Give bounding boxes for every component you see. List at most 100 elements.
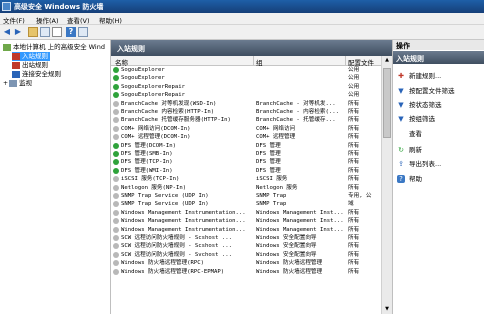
- tree-root[interactable]: 本地计算机 上的高级安全 Wind: [3, 43, 105, 52]
- column-divider[interactable]: [253, 56, 254, 65]
- rule-name: DFS 管理(TCP-In): [121, 159, 173, 166]
- action-label: 新建规则...: [409, 72, 442, 80]
- export-icon: ⇪: [398, 160, 404, 168]
- rule-profile: 所有: [348, 209, 360, 216]
- table-row[interactable]: DFS 管理(SMB-In) DFS 管理 所有: [111, 150, 381, 158]
- rule-group: Windows 安全配置向导: [256, 251, 317, 258]
- rule-group: Windows Management Inst...: [256, 209, 344, 216]
- table-row[interactable]: SCW 远程访问防火墙规则 - Scshost ... Windows 安全配置向…: [111, 234, 381, 242]
- rule-profile: 公用: [348, 83, 360, 90]
- scroll-down-icon[interactable]: ▼: [382, 305, 392, 314]
- vertical-scrollbar[interactable]: ▲ ▼: [381, 56, 392, 314]
- action-item[interactable]: ▼ 按组筛选: [393, 113, 484, 125]
- table-row[interactable]: BranchCache 托管缓存服务器(HTTP-In) BranchCache …: [111, 116, 381, 124]
- table-row[interactable]: SogouExplorerRepair 公用: [111, 83, 381, 91]
- table-row[interactable]: Windows 防火墙远程管理(RPC-EPMAP) Windows 防火墙远程管…: [111, 268, 381, 276]
- action-label: 刷新: [409, 146, 422, 154]
- rule-name: BranchCache 对等机发现(WSD-In): [121, 100, 217, 107]
- rule-name: COM+ 远程管理(DCOM-In): [121, 134, 191, 141]
- rule-disabled-icon: [113, 117, 119, 124]
- outbound-rules-icon: [12, 61, 20, 69]
- table-row[interactable]: Windows Management Instrumentation... Win…: [111, 209, 381, 217]
- inbound-rules-icon: [12, 52, 20, 60]
- window-title: 高级安全 Windows 防火墙: [14, 3, 104, 11]
- menu-action[interactable]: 操作(A): [36, 15, 59, 25]
- table-row[interactable]: DFS 管理(DCOM-In) DFS 管理 所有: [111, 142, 381, 150]
- rule-disabled-icon: [113, 184, 119, 191]
- table-row[interactable]: Windows Management Instrumentation... Win…: [111, 217, 381, 225]
- table-row[interactable]: Windows 防火墙远程管理(RPC) Windows 防火墙远程管理 所有: [111, 259, 381, 267]
- rule-profile: 公用: [348, 92, 360, 99]
- tree-item-connection-security-rules[interactable]: 连接安全规则: [12, 70, 61, 79]
- refresh-icon: ↻: [398, 146, 404, 154]
- rule-disabled-icon: [113, 251, 119, 258]
- rule-profile: 所有: [348, 134, 360, 141]
- table-row[interactable]: DFS 管理(WMI-In) DFS 管理 所有: [111, 167, 381, 175]
- menu-view[interactable]: 查看(V): [67, 15, 90, 25]
- table-row[interactable]: DFS 管理(TCP-In) DFS 管理 所有: [111, 158, 381, 166]
- rule-disabled-icon: [113, 209, 119, 216]
- table-row[interactable]: SNMP Trap Service (UDP In) SNMP Trap 域: [111, 200, 381, 208]
- rule-name: DFS 管理(SMB-In): [121, 151, 173, 157]
- action-item[interactable]: ? 帮助: [393, 173, 484, 185]
- rules-list: SogouExplorer 公用 SogouExplorer 公用 SogouExplo…: [111, 66, 381, 314]
- rule-group: SNMP Trap: [256, 201, 287, 208]
- rule-disabled-icon: [113, 218, 119, 225]
- action-label: 查看: [409, 130, 422, 138]
- rule-name: Netlogon 服务(NP-In): [121, 184, 187, 191]
- action-label: 按配置文件筛选: [409, 87, 455, 95]
- table-row[interactable]: COM+ 远程管理(DCOM-In) COM+ 远程管理 所有: [111, 133, 381, 141]
- table-row[interactable]: SCW 远程访问防火墙规则 - Svchost ... Windows 安全配置向…: [111, 251, 381, 259]
- rule-group: Windows 安全配置向导: [256, 243, 317, 250]
- table-row[interactable]: SogouExplorerRepair 公用: [111, 91, 381, 99]
- table-row[interactable]: Netlogon 服务(NP-In) Netlogon 服务 所有: [111, 184, 381, 192]
- properties-icon[interactable]: [52, 27, 62, 37]
- rule-profile: 公用: [348, 67, 360, 73]
- rule-group: SNMP Trap: [256, 193, 287, 199]
- rule-group: Windows Management Inst...: [256, 218, 344, 225]
- tree-item-outbound-rules[interactable]: 出站规则: [12, 61, 48, 70]
- rule-group: iSCSI 服务: [256, 176, 288, 183]
- menu-file[interactable]: 文件(F): [3, 15, 25, 25]
- back-icon[interactable]: ◀: [2, 27, 12, 37]
- rule-profile: 所有: [348, 218, 360, 225]
- rule-name: Windows 防火墙远程管理(RPC): [121, 260, 204, 267]
- table-row[interactable]: SogouExplorer 公用: [111, 66, 381, 74]
- rule-group: BranchCache - 对等机发...: [256, 100, 336, 107]
- console-tree-icon[interactable]: [40, 27, 50, 37]
- actions-section[interactable]: 入站规则: [393, 51, 484, 64]
- rule-enabled-icon: [113, 142, 119, 149]
- scroll-thumb[interactable]: [383, 68, 391, 138]
- folder-up-icon[interactable]: [28, 27, 38, 37]
- scroll-up-icon[interactable]: ▲: [382, 56, 392, 65]
- table-row[interactable]: iSCSI 服务(TCP-In) iSCSI 服务 所有: [111, 175, 381, 183]
- rule-profile: 域: [348, 201, 354, 208]
- action-item[interactable]: 查看: [393, 128, 484, 140]
- table-row[interactable]: BranchCache 内容检索(HTTP-In) BranchCache - 内…: [111, 108, 381, 116]
- firewall-icon: [3, 43, 11, 51]
- tree-item-inbound-rules[interactable]: 入站规则: [12, 52, 50, 61]
- table-row[interactable]: SogouExplorer 公用: [111, 74, 381, 82]
- rule-profile: 所有: [348, 260, 360, 267]
- action-item[interactable]: ✚ 新建规则...: [393, 70, 484, 82]
- help-icon[interactable]: ?: [66, 27, 76, 37]
- rule-name: Windows Management Instrumentation...: [121, 218, 246, 225]
- action-item[interactable]: ↻ 刷新: [393, 144, 484, 156]
- show-hide-action-pane-icon[interactable]: [78, 27, 88, 37]
- tree-item-label: 监视: [19, 79, 32, 87]
- menu-help[interactable]: 帮助(H): [99, 15, 122, 25]
- table-row[interactable]: COM+ 网络访问(DCOM-In) COM+ 网络访问 所有: [111, 125, 381, 133]
- rule-name: SCW 远程访问防火墙规则 - Scshost ...: [121, 243, 232, 250]
- new-rule-icon: ✚: [398, 72, 404, 80]
- tree-item-monitoring[interactable]: + 监视: [3, 79, 32, 88]
- table-row[interactable]: BranchCache 对等机发现(WSD-In) BranchCache - 对…: [111, 100, 381, 108]
- action-item[interactable]: ⇪ 导出列表...: [393, 158, 484, 170]
- table-row[interactable]: Windows Management Instrumentation... Win…: [111, 226, 381, 234]
- forward-icon[interactable]: ▶: [13, 27, 23, 37]
- table-row[interactable]: SCW 远程访问防火墙规则 - Scshost ... Windows 安全配置向…: [111, 242, 381, 250]
- table-row[interactable]: SNMP Trap Service (UDP In) SNMP Trap 专用, 公: [111, 192, 381, 200]
- action-item[interactable]: ▼ 按配置文件筛选: [393, 85, 484, 97]
- menu-bar: 文件(F) 操作(A) 查看(V) 帮助(H): [0, 13, 484, 25]
- action-item[interactable]: ▼ 按状态筛选: [393, 99, 484, 111]
- column-divider[interactable]: [345, 56, 346, 65]
